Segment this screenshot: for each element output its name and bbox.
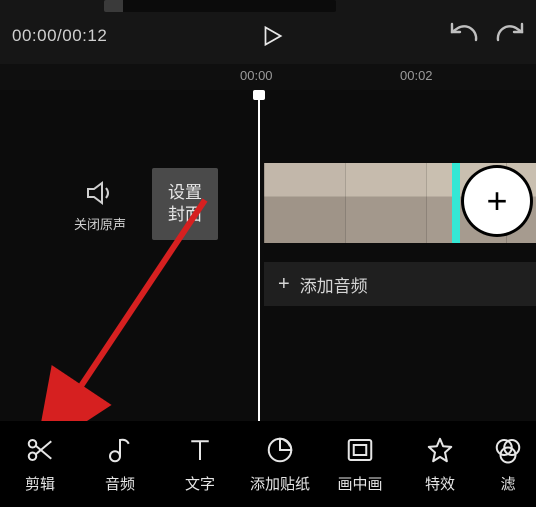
tool-label: 剪辑 (25, 473, 55, 494)
scissors-icon (25, 435, 55, 465)
clip-thumbnail[interactable] (264, 163, 345, 243)
undo-button[interactable] (448, 20, 488, 52)
top-bar: 00:00/00:12 (0, 0, 536, 64)
tool-text[interactable]: 文字 (160, 421, 240, 507)
filter-icon (493, 435, 523, 465)
plus-icon: + (486, 180, 507, 222)
tool-filter[interactable]: 滤 (480, 421, 536, 507)
tool-label: 文字 (185, 473, 215, 494)
tool-pip[interactable]: 画中画 (320, 421, 400, 507)
tool-label: 滤 (500, 473, 515, 494)
tool-label: 画中画 (337, 473, 382, 494)
add-clip-button[interactable]: + (464, 168, 530, 234)
sticker-icon (265, 435, 295, 465)
tool-label: 添加贴纸 (250, 473, 310, 494)
tool-sticker[interactable]: 添加贴纸 (240, 421, 320, 507)
music-note-icon (105, 435, 135, 465)
clip-edge-handle[interactable] (452, 163, 460, 243)
set-cover-button[interactable]: 设置 封面 (152, 168, 218, 240)
tool-audio[interactable]: 音频 (80, 421, 160, 507)
timeline-ruler[interactable]: 00:00 00:02 (0, 64, 536, 90)
tool-label: 特效 (425, 473, 455, 494)
mute-label: 关闭原声 (74, 214, 126, 233)
progress-bar[interactable] (104, 0, 336, 12)
time-display: 00:00/00:12 (12, 26, 107, 46)
star-icon (425, 435, 455, 465)
tool-edit[interactable]: 剪辑 (0, 421, 80, 507)
timeline-editor[interactable]: 关闭原声 设置 封面 + + 添加音频 (0, 90, 536, 421)
tool-label: 音频 (105, 473, 135, 494)
add-audio-track-button[interactable]: + 添加音频 (264, 262, 536, 306)
add-audio-label: 添加音频 (300, 272, 368, 297)
redo-button[interactable] (492, 20, 532, 52)
mute-original-audio-button[interactable]: 关闭原声 (74, 180, 126, 233)
tool-effects[interactable]: 特效 (400, 421, 480, 507)
speaker-icon (85, 180, 115, 206)
bottom-toolbar: 剪辑 音频 文字 添加贴纸 画中画 (0, 421, 536, 507)
pip-icon (345, 435, 375, 465)
ruler-tick: 00:02 (400, 68, 433, 83)
cover-label: 设置 封面 (168, 182, 202, 226)
clip-thumbnail[interactable] (345, 163, 426, 243)
play-button[interactable] (254, 18, 290, 54)
text-icon (185, 435, 215, 465)
plus-icon: + (278, 273, 290, 296)
ruler-tick: 00:00 (240, 68, 273, 83)
playhead[interactable] (258, 90, 260, 421)
